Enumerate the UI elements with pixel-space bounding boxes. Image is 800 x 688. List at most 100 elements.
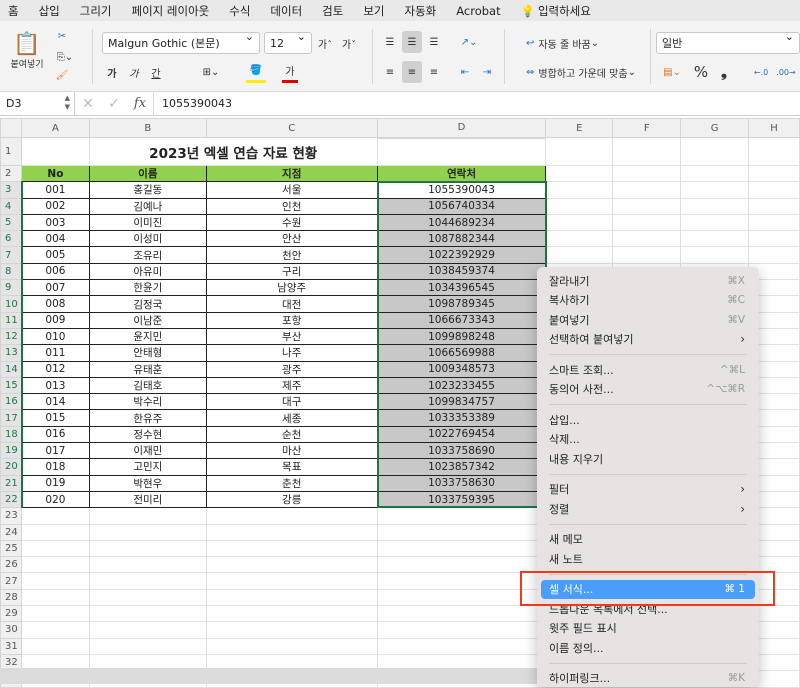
branch-cell[interactable]: 목표 [206, 459, 377, 475]
branch-cell[interactable]: 부산 [206, 328, 377, 344]
cell-G7[interactable] [681, 247, 749, 263]
cell-G5[interactable] [681, 214, 749, 230]
cell-C26[interactable] [206, 557, 377, 573]
align-top-button[interactable]: ☰ [380, 31, 400, 53]
menu-item[interactable]: 하이퍼링크...⌘K [537, 669, 759, 688]
contact-cell[interactable]: 1066569988 [377, 345, 546, 361]
cell-F4[interactable] [613, 198, 681, 214]
branch-cell[interactable]: 안산 [206, 231, 377, 247]
row-header-18[interactable]: 18 [1, 426, 22, 442]
cell-B30[interactable] [89, 622, 206, 638]
column-header-A[interactable]: A [21, 119, 89, 138]
row-header-15[interactable]: 15 [1, 377, 22, 393]
row-header-20[interactable]: 20 [1, 459, 22, 475]
italic-button[interactable]: 가 [126, 63, 142, 81]
header-cell-B[interactable]: 이름 [89, 166, 206, 182]
branch-cell[interactable]: 남양주 [206, 280, 377, 296]
cell-B29[interactable] [89, 606, 206, 622]
tab-3[interactable]: 페이지 레이아웃 [132, 3, 210, 19]
cell-D25[interactable] [377, 540, 546, 556]
branch-cell[interactable]: 강릉 [206, 491, 377, 507]
contact-cell[interactable]: 1044689234 [377, 214, 546, 230]
font-size-select[interactable]: 12 [264, 32, 312, 54]
cell-H1[interactable] [749, 138, 800, 166]
menu-item[interactable]: 삭제... [537, 430, 759, 450]
tab-6[interactable]: 검토 [322, 3, 343, 19]
percent-button[interactable]: % [692, 61, 710, 83]
no-cell[interactable]: 006 [21, 263, 89, 279]
branch-cell[interactable]: 인천 [206, 198, 377, 214]
paste-button[interactable]: 📋 붙여넣기 [8, 27, 46, 75]
cell-B27[interactable] [89, 573, 206, 589]
cell-A29[interactable] [21, 606, 89, 622]
name-cell[interactable]: 고민지 [89, 459, 206, 475]
fill-color-button[interactable]: 🪣 [246, 61, 266, 83]
contact-cell[interactable]: 1022392929 [377, 247, 546, 263]
increase-decimal-button[interactable]: ←.0 [752, 63, 770, 81]
branch-cell[interactable]: 포항 [206, 312, 377, 328]
branch-cell[interactable]: 수원 [206, 214, 377, 230]
row-header-16[interactable]: 16 [1, 394, 22, 410]
branch-cell[interactable]: 구리 [206, 263, 377, 279]
row-header-10[interactable]: 10 [1, 296, 22, 312]
shrink-font-button[interactable]: 가ˇ [340, 35, 358, 51]
cell-A26[interactable] [21, 557, 89, 573]
cell-D26[interactable] [377, 557, 546, 573]
menu-item[interactable]: 필터› [537, 480, 759, 500]
name-cell[interactable]: 전미리 [89, 491, 206, 507]
row-header-22[interactable]: 22 [1, 491, 22, 507]
column-header-C[interactable]: C [206, 119, 377, 138]
tab-8[interactable]: 자동화 [405, 3, 437, 19]
copy-icon[interactable]: ⎘⌄ [54, 49, 76, 65]
cell-A31[interactable] [21, 638, 89, 654]
cell-D24[interactable] [377, 524, 546, 540]
column-header-H[interactable]: H [749, 119, 800, 138]
name-cell[interactable]: 한유주 [89, 410, 206, 426]
name-box[interactable]: D3▲▼ [0, 92, 75, 116]
row-header-12[interactable]: 12 [1, 328, 22, 344]
branch-cell[interactable]: 나주 [206, 345, 377, 361]
no-cell[interactable]: 018 [21, 459, 89, 475]
cell-C24[interactable] [206, 524, 377, 540]
contact-cell[interactable]: 1098789345 [377, 296, 546, 312]
branch-cell[interactable]: 제주 [206, 377, 377, 393]
menu-item[interactable]: 잘라내기⌘X [537, 271, 759, 291]
cell-B26[interactable] [89, 557, 206, 573]
contact-cell[interactable]: 1033353389 [377, 410, 546, 426]
cell-B28[interactable] [89, 589, 206, 605]
cell-C23[interactable] [206, 508, 377, 524]
cell-D30[interactable] [377, 622, 546, 638]
contact-cell[interactable]: 1034396545 [377, 280, 546, 296]
menu-item[interactable]: 스마트 조회...^⌘L [537, 360, 759, 380]
cell-G2[interactable] [681, 166, 749, 182]
menu-item[interactable]: 이름 정의... [537, 638, 759, 658]
align-bottom-button[interactable]: ☰ [424, 31, 444, 53]
cancel-icon[interactable]: ✕ [75, 96, 101, 112]
name-cell[interactable]: 윤지민 [89, 328, 206, 344]
no-cell[interactable]: 009 [21, 312, 89, 328]
branch-cell[interactable]: 세종 [206, 410, 377, 426]
row-header-4[interactable]: 4 [1, 198, 22, 214]
cell-H6[interactable] [749, 231, 800, 247]
menu-item[interactable]: 드롭다운 목록에서 선택... [537, 599, 759, 619]
align-center-button[interactable]: ≡ [402, 61, 422, 83]
row-header-23[interactable]: 23 [1, 508, 22, 524]
cell-D31[interactable] [377, 638, 546, 654]
name-cell[interactable]: 김정국 [89, 296, 206, 312]
branch-cell[interactable]: 대전 [206, 296, 377, 312]
cell-G4[interactable] [681, 198, 749, 214]
tab-9[interactable]: Acrobat [456, 4, 500, 18]
cell-B31[interactable] [89, 638, 206, 654]
increase-indent-button[interactable]: ⇥ [478, 61, 496, 83]
formula-input[interactable]: 1055390043 [153, 92, 232, 116]
select-all-corner[interactable] [1, 119, 22, 138]
no-cell[interactable]: 002 [21, 198, 89, 214]
contact-cell[interactable]: 1023233455 [377, 377, 546, 393]
name-cell[interactable]: 한윤기 [89, 280, 206, 296]
menu-item[interactable]: 윗주 필드 표시 [537, 619, 759, 639]
cell-C27[interactable] [206, 573, 377, 589]
name-cell[interactable]: 조유리 [89, 247, 206, 263]
no-cell[interactable]: 005 [21, 247, 89, 263]
no-cell[interactable]: 004 [21, 231, 89, 247]
cell-G6[interactable] [681, 231, 749, 247]
